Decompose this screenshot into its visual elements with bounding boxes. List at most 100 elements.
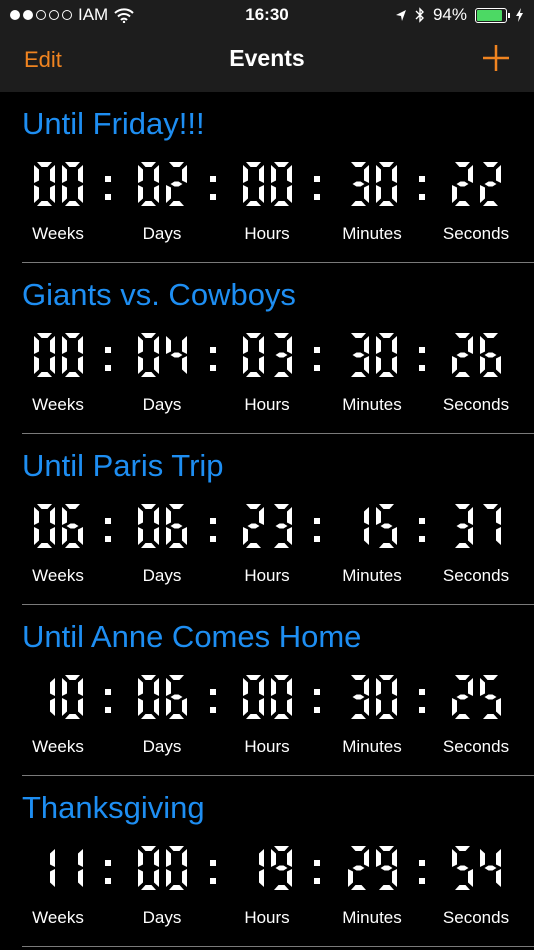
seven-segment-digit bbox=[482, 504, 501, 545]
colon-separator bbox=[419, 343, 425, 373]
unit-label: Weeks bbox=[32, 737, 84, 756]
colon-separator bbox=[419, 514, 425, 544]
seven-segment-digit bbox=[451, 675, 473, 719]
seven-segment-digit bbox=[33, 162, 55, 206]
seven-segment-digit bbox=[454, 504, 473, 548]
colon-separator bbox=[210, 172, 216, 202]
navigation-bar: Edit Events bbox=[0, 30, 534, 92]
unit-label: Seconds bbox=[442, 224, 510, 243]
seven-segment-digit bbox=[350, 675, 369, 719]
colon-separator bbox=[314, 685, 320, 715]
colon-separator bbox=[314, 514, 320, 544]
colon-separator bbox=[314, 172, 320, 202]
colon-separator bbox=[210, 856, 216, 886]
colon-separator bbox=[314, 343, 320, 373]
event-row[interactable]: Thanksgiving Weeks Days Hours Minutes Seconds bbox=[0, 776, 534, 947]
seven-segment-digit bbox=[61, 162, 83, 206]
unit-label: Hours bbox=[244, 908, 290, 927]
seven-segment-digit bbox=[273, 333, 292, 377]
unit-label: Hours bbox=[244, 395, 290, 414]
event-row[interactable]: Until Paris Trip Weeks Days Hours Minutes Sec… bbox=[0, 434, 534, 605]
seven-segment-digit bbox=[165, 162, 187, 206]
seven-segment-digit bbox=[451, 162, 473, 206]
colon-separator bbox=[419, 856, 425, 886]
unit-label: Weeks bbox=[32, 566, 84, 585]
colon-separator bbox=[419, 172, 425, 202]
unit-label: Seconds bbox=[442, 737, 510, 756]
event-name: Until Anne Comes Home bbox=[22, 619, 362, 654]
row-divider bbox=[22, 946, 534, 947]
unit-label: Hours bbox=[244, 224, 290, 243]
unit-label: Hours bbox=[244, 566, 290, 585]
seven-segment-digit bbox=[242, 333, 264, 377]
colon-separator bbox=[419, 685, 425, 715]
seven-segment-digit bbox=[451, 846, 473, 890]
unit-label: Weeks bbox=[32, 395, 84, 414]
unit-label: Days bbox=[142, 566, 182, 585]
seven-segment-digit bbox=[137, 675, 159, 719]
colon-separator bbox=[105, 685, 111, 715]
seven-segment-digit bbox=[363, 507, 369, 545]
colon-separator bbox=[105, 856, 111, 886]
unit-label: Seconds bbox=[442, 566, 510, 585]
seven-segment-digit bbox=[270, 162, 292, 206]
event-name: Giants vs. Cowboys bbox=[22, 277, 296, 312]
unit-label: Minutes bbox=[342, 566, 402, 585]
event-name: Thanksgiving bbox=[22, 790, 205, 825]
seven-segment-digit bbox=[165, 336, 187, 374]
seven-segment-digit bbox=[61, 333, 83, 377]
seven-segment-digit bbox=[137, 846, 159, 890]
battery-icon bbox=[475, 7, 510, 23]
seven-segment-digit bbox=[350, 162, 369, 206]
colon-separator bbox=[314, 856, 320, 886]
colon-separator bbox=[210, 343, 216, 373]
seven-segment-digit bbox=[350, 333, 369, 377]
unit-label: Days bbox=[142, 737, 182, 756]
event-row[interactable]: Until Friday!!! Weeks Days Hours Minutes Seco… bbox=[0, 92, 534, 263]
unit-label: Minutes bbox=[342, 395, 402, 414]
countdown-display bbox=[0, 504, 534, 552]
seven-segment-digit bbox=[242, 162, 264, 206]
event-name: Until Friday!!! bbox=[22, 106, 205, 141]
unit-label: Minutes bbox=[342, 224, 402, 243]
seven-segment-digit bbox=[258, 849, 264, 887]
plus-icon bbox=[483, 45, 509, 71]
add-event-button[interactable] bbox=[480, 42, 512, 74]
seven-segment-digit bbox=[61, 504, 83, 548]
page-title: Events bbox=[229, 45, 305, 71]
unit-label: Days bbox=[142, 224, 182, 243]
location-arrow-icon bbox=[395, 9, 406, 21]
seven-segment-digit bbox=[375, 846, 397, 890]
seven-segment-digit bbox=[165, 504, 187, 548]
seven-segment-digit bbox=[479, 849, 501, 887]
seven-segment-digit bbox=[49, 849, 55, 887]
colon-separator bbox=[210, 514, 216, 544]
event-row[interactable]: Giants vs. Cowboys Weeks Days Hours Minutes S… bbox=[0, 263, 534, 434]
countdown-display bbox=[0, 846, 534, 894]
seven-segment-digit bbox=[451, 333, 473, 377]
seven-segment-digit bbox=[61, 675, 83, 719]
status-right: 94% bbox=[395, 5, 524, 25]
bluetooth-icon bbox=[415, 7, 424, 23]
seven-segment-digit bbox=[347, 846, 369, 890]
seven-segment-digit bbox=[137, 333, 159, 377]
colon-separator bbox=[210, 685, 216, 715]
seven-segment-digit bbox=[375, 675, 397, 719]
seven-segment-digit bbox=[49, 678, 55, 716]
event-row[interactable]: Until Anne Comes Home Weeks Days Hours Minut… bbox=[0, 605, 534, 776]
seven-segment-digit bbox=[273, 504, 292, 548]
unit-label: Days bbox=[142, 908, 182, 927]
unit-label: Hours bbox=[244, 737, 290, 756]
seven-segment-digit bbox=[270, 675, 292, 719]
colon-separator bbox=[105, 172, 111, 202]
colon-separator bbox=[105, 514, 111, 544]
seven-segment-digit bbox=[375, 504, 397, 548]
charging-bolt-icon bbox=[516, 8, 523, 22]
events-list: Until Friday!!! Weeks Days Hours Minutes Seco… bbox=[0, 92, 534, 947]
seven-segment-digit bbox=[479, 162, 501, 206]
unit-label: Days bbox=[142, 395, 182, 414]
seven-segment-digit bbox=[270, 846, 292, 890]
unit-label: Seconds bbox=[442, 908, 510, 927]
battery-percent: 94% bbox=[432, 5, 467, 24]
status-bar: IAM 16:30 94% bbox=[0, 0, 534, 30]
